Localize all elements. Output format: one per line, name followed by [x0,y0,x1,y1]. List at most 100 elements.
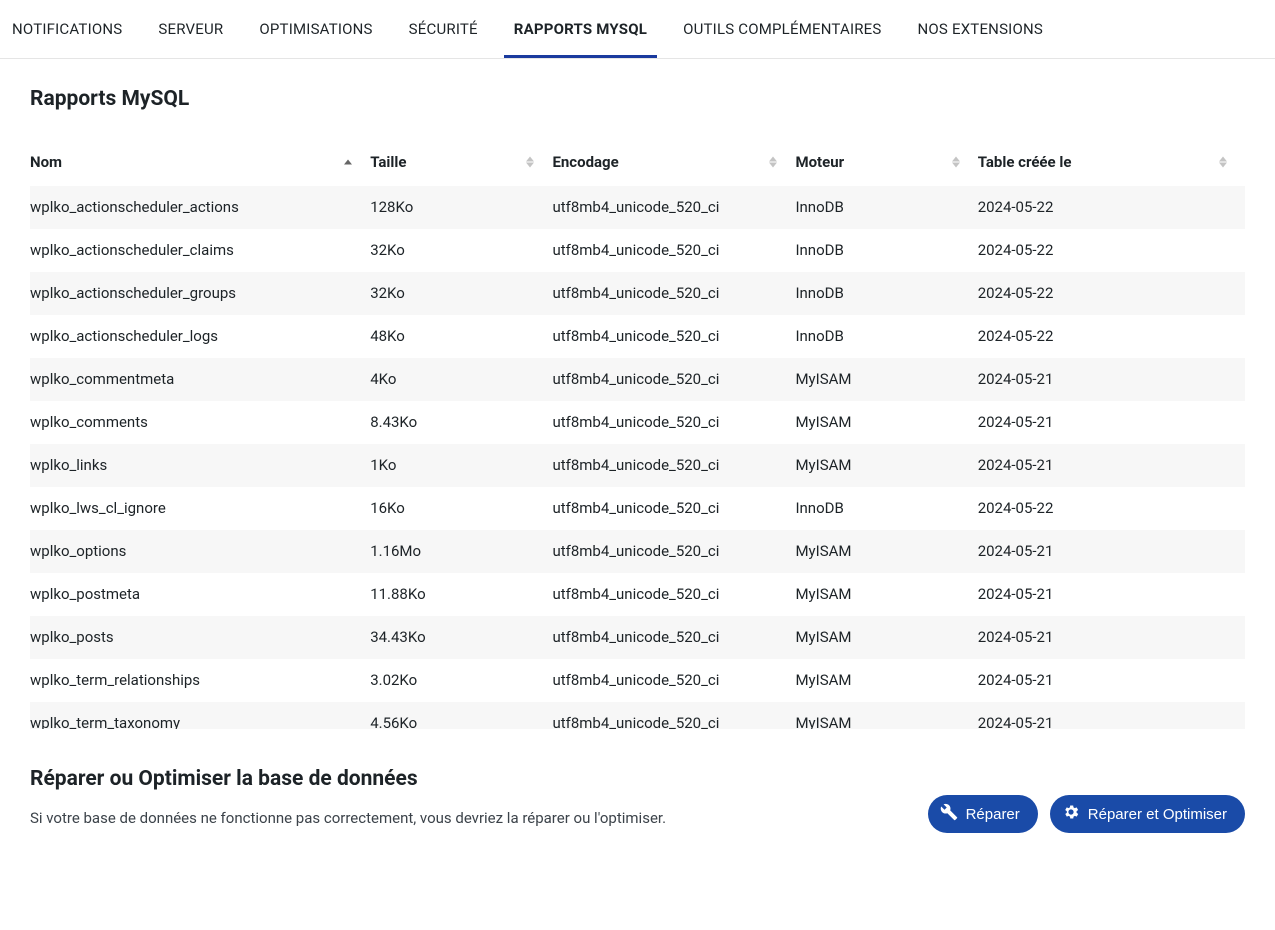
cell-encodage: utf8mb4_unicode_520_ci [552,487,795,530]
table-row: wplko_term_taxonomy4.56Koutf8mb4_unicode… [30,702,1245,730]
cell-taille: 1Ko [370,444,552,487]
column-header-taille[interactable]: Taille [370,139,552,186]
cell-moteur: MyISAM [795,659,977,702]
cell-nom: wplko_actionscheduler_actions [30,186,370,229]
cell-nom: wplko_term_taxonomy [30,702,370,730]
cell-nom: wplko_links [30,444,370,487]
cell-encodage: utf8mb4_unicode_520_ci [552,358,795,401]
column-header-nom[interactable]: Nom [30,139,370,186]
cell-taille: 16Ko [370,487,552,530]
cell-moteur: MyISAM [795,358,977,401]
cell-encodage: utf8mb4_unicode_520_ci [552,186,795,229]
cell-nom: wplko_posts [30,616,370,659]
cell-encodage: utf8mb4_unicode_520_ci [552,573,795,616]
cell-encodage: utf8mb4_unicode_520_ci [552,616,795,659]
cell-taille: 4Ko [370,358,552,401]
cell-created: 2024-05-21 [978,702,1245,730]
tab-nos-extensions[interactable]: NOS EXTENSIONS [908,6,1053,58]
cell-created: 2024-05-21 [978,616,1245,659]
cell-created: 2024-05-21 [978,401,1245,444]
cell-moteur: InnoDB [795,272,977,315]
button-label: Réparer [966,806,1020,823]
cell-nom: wplko_actionscheduler_groups [30,272,370,315]
table-row: wplko_lws_cl_ignore16Koutf8mb4_unicode_5… [30,487,1245,530]
cell-encodage: utf8mb4_unicode_520_ci [552,530,795,573]
table-row: wplko_actionscheduler_claims32Koutf8mb4_… [30,229,1245,272]
tab-serveur[interactable]: SERVEUR [148,6,233,58]
tab-s-curit-[interactable]: SÉCURITÉ [399,6,488,58]
cell-created: 2024-05-21 [978,573,1245,616]
cell-taille: 11.88Ko [370,573,552,616]
repair-optimize-section: Réparer ou Optimiser la base de données … [0,749,1275,853]
column-header-encodage[interactable]: Encodage [552,139,795,186]
cell-taille: 3.02Ko [370,659,552,702]
cell-moteur: InnoDB [795,229,977,272]
sort-icon [952,157,960,168]
cell-encodage: utf8mb4_unicode_520_ci [552,659,795,702]
cell-created: 2024-05-22 [978,487,1245,530]
table-row: wplko_actionscheduler_groups32Koutf8mb4_… [30,272,1245,315]
cell-nom: wplko_lws_cl_ignore [30,487,370,530]
table-row: wplko_postmeta11.88Koutf8mb4_unicode_520… [30,573,1245,616]
table-scroll-area[interactable]: Nom Taille Encodage Moteur [30,139,1245,729]
table-row: wplko_actionscheduler_actions128Koutf8mb… [30,186,1245,229]
repair-optimize-button[interactable]: Réparer et Optimiser [1050,795,1245,833]
cell-moteur: MyISAM [795,616,977,659]
column-header-created[interactable]: Table créée le [978,139,1245,186]
cell-encodage: utf8mb4_unicode_520_ci [552,272,795,315]
table-row: wplko_options1.16Moutf8mb4_unicode_520_c… [30,530,1245,573]
cell-encodage: utf8mb4_unicode_520_ci [552,702,795,730]
section-title: Rapports MySQL [30,87,1245,111]
cell-moteur: MyISAM [795,444,977,487]
repair-desc: Si votre base de données ne fonctionne p… [30,809,666,827]
tab-bar: NOTIFICATIONS SERVEUR OPTIMISATIONS SÉCURIT… [0,6,1275,59]
column-header-moteur[interactable]: Moteur [795,139,977,186]
repair-button[interactable]: Réparer [928,795,1038,833]
cell-taille: 48Ko [370,315,552,358]
cell-nom: wplko_postmeta [30,573,370,616]
tab-optimisations[interactable]: OPTIMISATIONS [249,6,382,58]
cell-created: 2024-05-22 [978,229,1245,272]
table-row: wplko_commentmeta4Koutf8mb4_unicode_520_… [30,358,1245,401]
table-row: wplko_links1Koutf8mb4_unicode_520_ciMyIS… [30,444,1245,487]
cell-encodage: utf8mb4_unicode_520_ci [552,444,795,487]
cell-nom: wplko_actionscheduler_claims [30,229,370,272]
cell-moteur: InnoDB [795,487,977,530]
cell-taille: 34.43Ko [370,616,552,659]
cell-encodage: utf8mb4_unicode_520_ci [552,315,795,358]
table-row: wplko_actionscheduler_logs48Koutf8mb4_un… [30,315,1245,358]
cell-taille: 32Ko [370,272,552,315]
tab-notifications[interactable]: NOTIFICATIONS [4,6,132,58]
cell-moteur: InnoDB [795,315,977,358]
sort-icon [769,157,777,168]
sort-icon [1219,157,1227,168]
cell-moteur: InnoDB [795,186,977,229]
sort-icon [526,157,534,168]
cell-moteur: MyISAM [795,401,977,444]
tab-outils-compl-mentaires[interactable]: OUTILS COMPLÉMENTAIRES [673,6,891,58]
sort-asc-icon [344,160,352,165]
table-row: wplko_comments8.43Koutf8mb4_unicode_520_… [30,401,1245,444]
cell-created: 2024-05-21 [978,444,1245,487]
cell-created: 2024-05-22 [978,186,1245,229]
cell-taille: 128Ko [370,186,552,229]
cell-encodage: utf8mb4_unicode_520_ci [552,401,795,444]
cell-moteur: MyISAM [795,573,977,616]
cell-taille: 32Ko [370,229,552,272]
gear-icon [1062,803,1080,825]
cell-created: 2024-05-22 [978,272,1245,315]
cell-moteur: MyISAM [795,530,977,573]
cell-created: 2024-05-21 [978,659,1245,702]
table-row: wplko_posts34.43Koutf8mb4_unicode_520_ci… [30,616,1245,659]
cell-taille: 8.43Ko [370,401,552,444]
cell-created: 2024-05-21 [978,530,1245,573]
repair-title: Réparer ou Optimiser la base de données [30,767,666,791]
cell-taille: 1.16Mo [370,530,552,573]
cell-created: 2024-05-21 [978,358,1245,401]
table-row: wplko_term_relationships3.02Koutf8mb4_un… [30,659,1245,702]
mysql-reports-section: Rapports MySQL Nom Taille Encodage [0,59,1275,749]
tab-rapports-mysql[interactable]: RAPPORTS MYSQL [504,6,657,58]
button-label: Réparer et Optimiser [1088,806,1227,823]
mysql-tables-list: Nom Taille Encodage Moteur [30,139,1245,729]
cell-taille: 4.56Ko [370,702,552,730]
